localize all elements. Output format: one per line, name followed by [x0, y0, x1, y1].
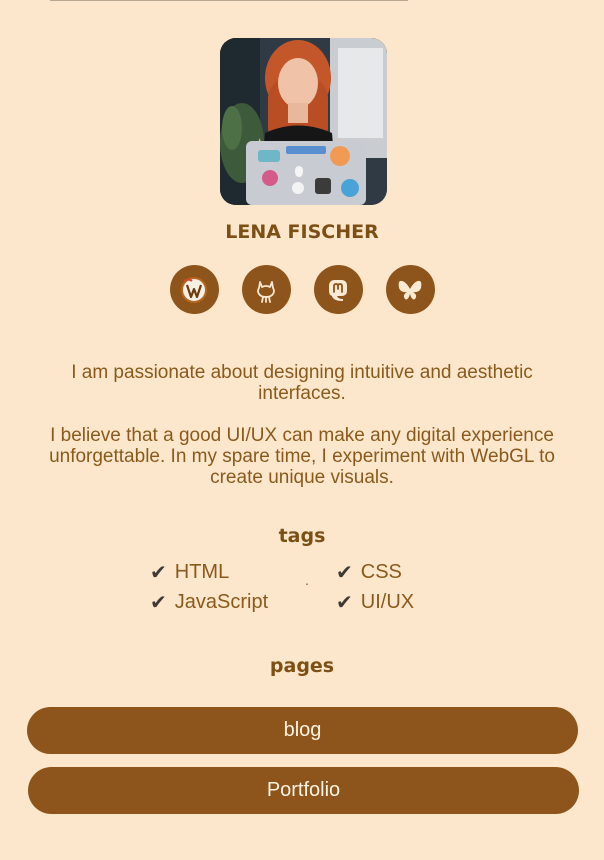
tag-label: CSS	[360, 560, 402, 583]
avatar-photo	[220, 38, 387, 205]
tag-item: ✔ JavaScript	[150, 590, 268, 614]
bluesky-link[interactable]	[385, 265, 435, 314]
profile-name: LENA FISCHER	[225, 221, 379, 243]
check-icon: ✔	[336, 590, 353, 614]
wordpress-icon	[181, 276, 207, 303]
tags-title: tags	[278, 525, 326, 547]
github-link[interactable]	[241, 265, 291, 314]
top-divider	[50, 0, 408, 1]
avatar	[220, 38, 387, 205]
pages-title: pages	[269, 655, 335, 677]
portfolio-button[interactable]: Portfolio	[28, 767, 579, 814]
tag-label: JavaScript	[174, 590, 269, 613]
bio-paragraph-1: I am passionate about designing intuitiv…	[71, 362, 533, 404]
bluesky-icon	[398, 280, 422, 299]
mastodon-link[interactable]	[313, 265, 363, 314]
check-icon: ✔	[336, 560, 353, 584]
tag-separator: .	[305, 572, 309, 588]
social-links	[0, 265, 604, 314]
tag-item: ✔ CSS	[336, 560, 402, 584]
mastodon-icon	[329, 279, 347, 301]
tag-label: UI/UX	[360, 590, 415, 613]
tag-item: ✔ UI/UX	[336, 590, 414, 614]
check-icon: ✔	[150, 590, 167, 614]
tag-label: HTML	[174, 560, 230, 583]
check-icon: ✔	[150, 560, 167, 584]
bio: I am passionate about designing intuitiv…	[40, 362, 564, 509]
wordpress-link[interactable]	[169, 265, 219, 314]
tag-item: ✔ HTML	[150, 560, 229, 584]
github-icon	[257, 280, 275, 303]
tag-list: ✔ HTML ✔ CSS ✔ JavaScript ✔ UI/UX	[150, 560, 450, 620]
bio-paragraph-2: I believe that a good UI/UX can make any…	[49, 425, 555, 488]
blog-button[interactable]: blog	[27, 707, 578, 754]
